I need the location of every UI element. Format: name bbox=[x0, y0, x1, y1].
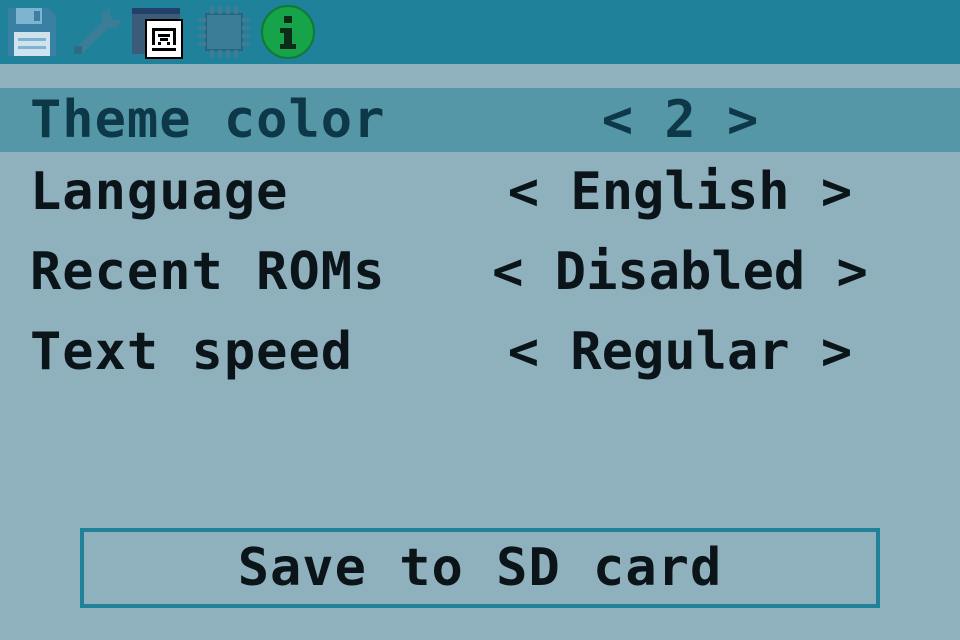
wrench-icon[interactable] bbox=[66, 4, 122, 60]
floppy-disk-icon[interactable] bbox=[4, 4, 60, 60]
setting-value[interactable]: < Regular > bbox=[508, 312, 852, 392]
setting-label: Text speed bbox=[30, 322, 354, 382]
next-arrow-icon[interactable]: > bbox=[821, 162, 852, 222]
next-arrow-icon[interactable]: > bbox=[837, 242, 868, 302]
prev-arrow-icon[interactable]: < bbox=[508, 322, 539, 382]
toolbar bbox=[0, 0, 960, 64]
prev-arrow-icon[interactable]: < bbox=[492, 242, 523, 302]
info-icon[interactable] bbox=[260, 4, 316, 60]
palette-window-icon[interactable] bbox=[130, 4, 186, 60]
save-to-sd-button[interactable]: Save to SD card bbox=[80, 528, 880, 608]
next-arrow-icon[interactable]: > bbox=[821, 322, 852, 382]
prev-arrow-icon[interactable]: < bbox=[602, 90, 633, 150]
next-arrow-icon[interactable]: > bbox=[727, 90, 758, 150]
setting-label: Language bbox=[30, 162, 289, 222]
setting-value[interactable]: < English > bbox=[508, 152, 852, 232]
chip-icon[interactable] bbox=[196, 4, 252, 60]
setting-value[interactable]: < Disabled > bbox=[492, 232, 868, 312]
setting-recent-roms[interactable]: Recent ROMs < Disabled > bbox=[0, 232, 960, 312]
prev-arrow-icon[interactable]: < bbox=[508, 162, 539, 222]
settings-list: Theme color < 2 > Language < English > R… bbox=[0, 88, 960, 392]
setting-theme-color[interactable]: Theme color < 2 > bbox=[0, 88, 960, 152]
setting-label: Recent ROMs bbox=[30, 242, 386, 302]
setting-label: Theme color bbox=[30, 90, 386, 150]
setting-language[interactable]: Language < English > bbox=[0, 152, 960, 232]
setting-text-speed[interactable]: Text speed < Regular > bbox=[0, 312, 960, 392]
setting-value[interactable]: < 2 > bbox=[600, 88, 760, 152]
